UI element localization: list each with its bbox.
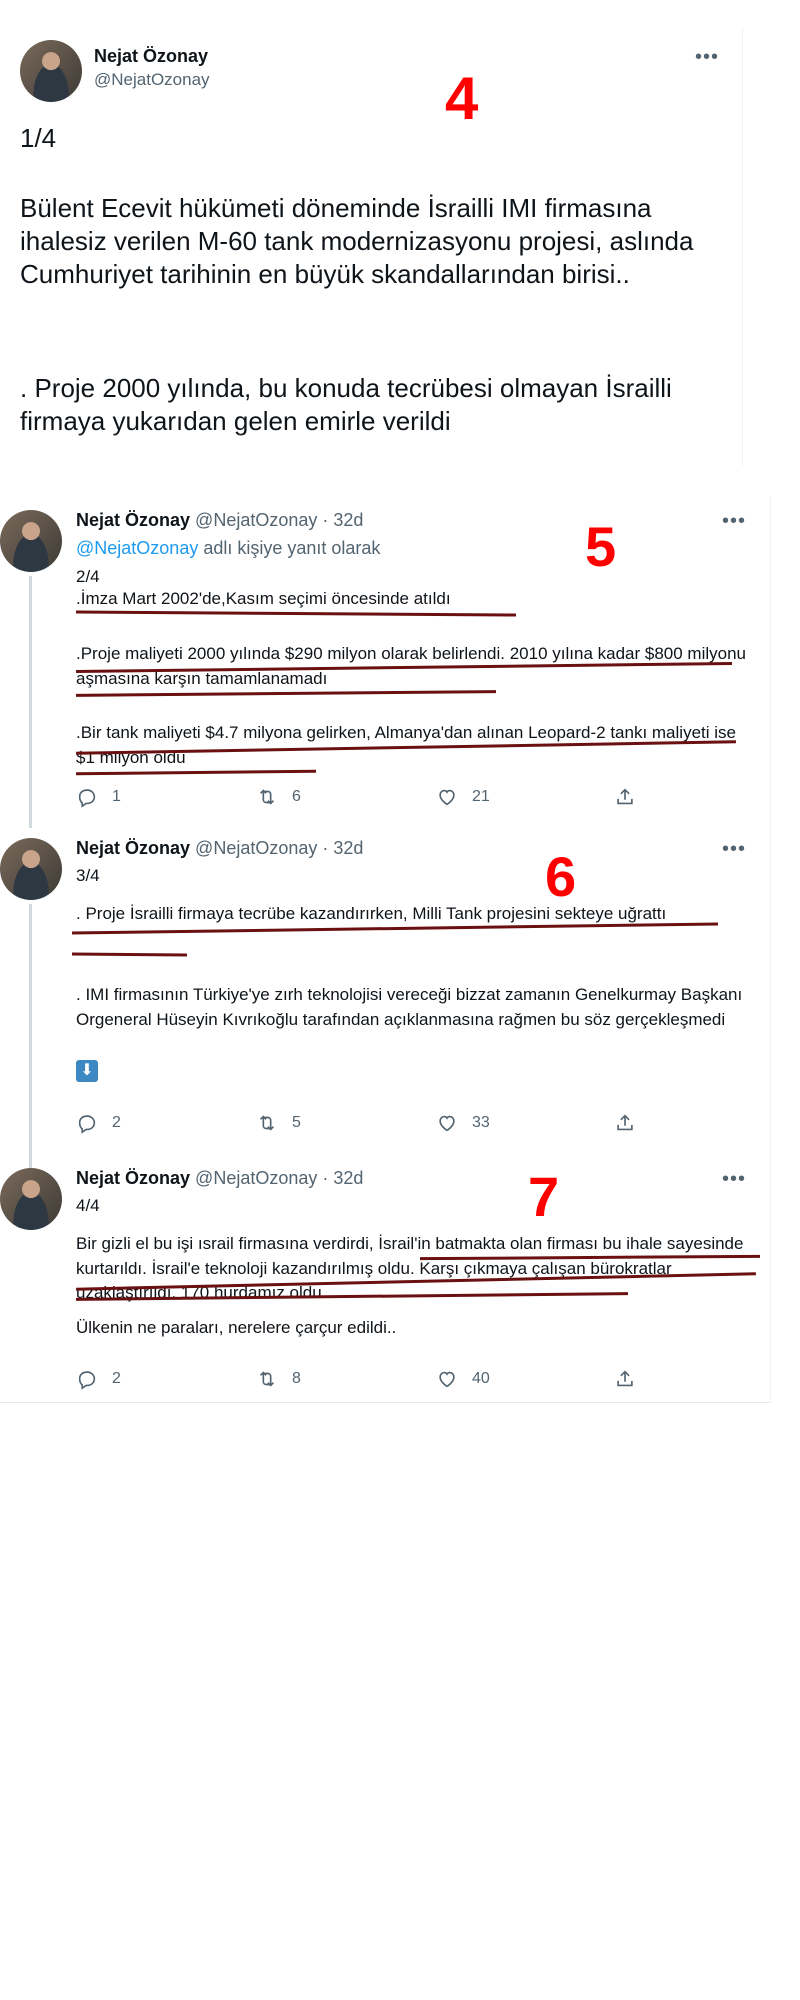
- action-bar: 2 5 33: [76, 1112, 636, 1136]
- author-name[interactable]: Nejat Özonay: [94, 46, 208, 67]
- like-icon[interactable]: [436, 786, 458, 808]
- avatar[interactable]: [0, 1168, 62, 1230]
- tweet-text: . Proje 2000 yılında, bu konuda tecrübes…: [20, 373, 672, 436]
- like-count: 33: [472, 1114, 490, 1131]
- thread-counter: 1/4: [20, 123, 57, 153]
- reply-icon[interactable]: [76, 786, 98, 808]
- retweet-icon[interactable]: [256, 786, 278, 808]
- avatar[interactable]: [0, 510, 62, 572]
- main-tweet: Nejat Özonay @NejatOzonay ••• 4 1/4 Büle…: [10, 28, 743, 466]
- like-icon[interactable]: [436, 1112, 458, 1134]
- annotation-number: 6: [545, 845, 577, 908]
- thread-line: [29, 576, 32, 828]
- share-action[interactable]: [614, 1112, 636, 1134]
- tweet-header: Nejat Özonay @NejatOzonay · 32d: [76, 838, 363, 859]
- thread-line: [29, 904, 32, 1172]
- share-icon[interactable]: [614, 786, 636, 808]
- tweet-text: Bülent Ecevit hükümeti döneminde İsraill…: [20, 193, 694, 289]
- retweet-action[interactable]: 5: [256, 1112, 301, 1134]
- reply-tweet[interactable]: Nejat Özonay @NejatOzonay · 32d ••• 5 @N…: [0, 496, 770, 828]
- retweet-count: 5: [292, 1114, 301, 1131]
- replying-to-text: adlı kişiye yanıt olarak: [198, 538, 381, 558]
- thread-counter: 4/4: [76, 1196, 100, 1215]
- replying-to: @NejatOzonay adlı kişiye yanıt olarak: [76, 538, 380, 559]
- reply-count: 1: [112, 788, 121, 805]
- reply-action[interactable]: 1: [76, 786, 121, 808]
- retweet-icon[interactable]: [256, 1112, 278, 1134]
- retweet-icon[interactable]: [256, 1368, 278, 1390]
- share-action[interactable]: [614, 786, 636, 808]
- more-icon[interactable]: •••: [722, 1169, 746, 1189]
- retweet-count: 8: [292, 1370, 301, 1387]
- tweet-text: Ülkenin ne paraları, nerelere çarçur edi…: [76, 1318, 397, 1337]
- thread-counter: 3/4: [76, 866, 100, 885]
- replying-to-link[interactable]: @NejatOzonay: [76, 538, 198, 558]
- reply-action[interactable]: 2: [76, 1368, 121, 1390]
- action-bar: 2 8 40: [76, 1368, 636, 1392]
- share-icon[interactable]: [614, 1368, 636, 1390]
- reply-icon[interactable]: [76, 1368, 98, 1390]
- avatar[interactable]: [20, 40, 82, 102]
- thread-counter: 2/4: [76, 567, 100, 586]
- like-count: 21: [472, 788, 490, 805]
- like-action[interactable]: 33: [436, 1112, 490, 1134]
- like-icon[interactable]: [436, 1368, 458, 1390]
- annotation-number: 7: [528, 1165, 560, 1228]
- share-action[interactable]: [614, 1368, 636, 1390]
- reply-count: 2: [112, 1370, 121, 1387]
- author-name[interactable]: Nejat Özonay: [76, 1168, 190, 1188]
- tweet-header: Nejat Özonay @NejatOzonay · 32d: [76, 510, 363, 531]
- retweet-action[interactable]: 6: [256, 786, 301, 808]
- action-bar: 1 6 21: [76, 786, 636, 810]
- author-handle[interactable]: @NejatOzonay: [94, 70, 210, 90]
- down-arrow-emoji: ⬇: [76, 1060, 98, 1082]
- retweet-count: 6: [292, 788, 301, 805]
- more-icon[interactable]: •••: [722, 839, 746, 859]
- reply-tweet[interactable]: Nejat Özonay @NejatOzonay · 32d ••• 7 4/…: [0, 1154, 770, 1402]
- highlight-underline: [71, 952, 188, 957]
- like-action[interactable]: 21: [436, 786, 490, 808]
- tweet-header: Nejat Özonay @NejatOzonay · 32d: [76, 1168, 363, 1189]
- highlight-underline: [75, 769, 317, 776]
- author-handle-time[interactable]: @NejatOzonay · 32d: [195, 1168, 363, 1188]
- reply-action[interactable]: 2: [76, 1112, 121, 1134]
- author-handle-time[interactable]: @NejatOzonay · 32d: [195, 838, 363, 858]
- author-name[interactable]: Nejat Özonay: [76, 838, 190, 858]
- reply-thread: Nejat Özonay @NejatOzonay · 32d ••• 5 @N…: [0, 496, 771, 1403]
- tweet-text: .İmza Mart 2002'de,Kasım seçimi öncesind…: [76, 589, 451, 608]
- reply-tweet[interactable]: Nejat Özonay @NejatOzonay · 32d ••• 6 3/…: [0, 824, 770, 1172]
- reply-icon[interactable]: [76, 1112, 98, 1134]
- share-icon[interactable]: [614, 1112, 636, 1134]
- like-action[interactable]: 40: [436, 1368, 490, 1390]
- tweet-text: . IMI firmasının Türkiye'ye zırh teknolo…: [76, 985, 743, 1029]
- more-icon[interactable]: •••: [722, 511, 746, 531]
- highlight-underline: [75, 690, 497, 697]
- author-handle-time[interactable]: @NejatOzonay · 32d: [195, 510, 363, 530]
- like-count: 40: [472, 1370, 490, 1387]
- retweet-action[interactable]: 8: [256, 1368, 301, 1390]
- reply-count: 2: [112, 1114, 121, 1131]
- avatar[interactable]: [0, 838, 62, 900]
- annotation-number: 5: [585, 515, 617, 578]
- author-name[interactable]: Nejat Özonay: [76, 510, 190, 530]
- text-fade: [10, 432, 742, 466]
- more-icon[interactable]: •••: [695, 47, 719, 67]
